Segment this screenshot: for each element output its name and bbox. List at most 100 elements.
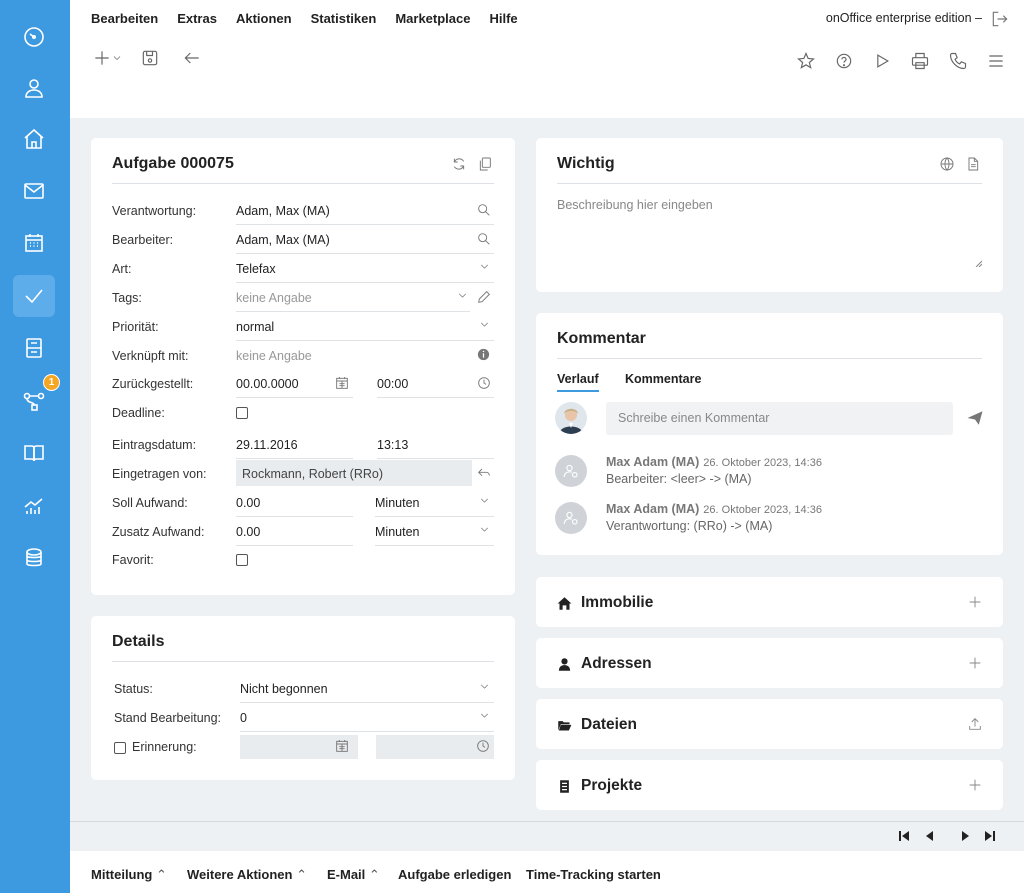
refresh-button[interactable]: [451, 156, 467, 172]
menu-bearbeiten[interactable]: Bearbeiten: [91, 11, 158, 26]
wichtig-textarea[interactable]: Beschreibung hier eingeben: [557, 197, 982, 267]
next-record-icon[interactable]: [960, 830, 972, 842]
aufgabe-erledigen-button[interactable]: Aufgabe erledigen: [398, 867, 511, 882]
mitteilung-button[interactable]: Mitteilung ⌃: [91, 867, 167, 883]
document-button[interactable]: [965, 156, 981, 172]
tags-edit[interactable]: [476, 289, 492, 305]
info-icon[interactable]: [476, 347, 491, 362]
bearbeiter-search[interactable]: [476, 231, 492, 247]
verantwortung-value[interactable]: Adam, Max (MA): [236, 204, 330, 218]
sidebar-statistics[interactable]: [13, 485, 55, 527]
sidebar-archive[interactable]: [13, 327, 55, 369]
stand-select[interactable]: 0: [240, 711, 247, 725]
field-stand[interactable]: Stand Bearbeitung: 0: [112, 704, 494, 732]
art-select[interactable]: Telefax: [236, 262, 276, 276]
tags-dropdown[interactable]: [456, 289, 469, 302]
zurueckgestellt-date[interactable]: 00.00.0000: [236, 377, 299, 391]
zurueckgestellt-clock[interactable]: [476, 375, 492, 391]
field-art[interactable]: Art: Telefax: [112, 255, 494, 283]
save-button[interactable]: [138, 46, 162, 70]
erinnerung-clock[interactable]: [475, 738, 491, 754]
favorit-checkbox[interactable]: [236, 554, 248, 566]
sidebar-knowledge[interactable]: [13, 432, 55, 474]
field-status[interactable]: Status: Nicht begonnen: [112, 675, 494, 703]
add-dropdown-toggle[interactable]: [110, 46, 124, 70]
tags-select[interactable]: keine Angabe: [236, 291, 312, 305]
immobilie-add-button[interactable]: [967, 594, 983, 610]
eingetragen-value: Rockmann, Robert (RRo): [242, 467, 384, 481]
language-button[interactable]: [939, 156, 955, 172]
edition-label: onOffice enterprise edition –: [825, 11, 982, 25]
save-icon: [142, 50, 158, 66]
phone-button[interactable]: [946, 49, 970, 73]
favorite-button[interactable]: [794, 49, 818, 73]
sidebar-workflow[interactable]: 1: [13, 374, 60, 422]
menu-hilfe[interactable]: Hilfe: [489, 11, 517, 26]
star-icon: [797, 52, 815, 69]
section-projekte[interactable]: Projekte: [536, 760, 1003, 810]
weitere-aktionen-button[interactable]: Weitere Aktionen ⌃: [187, 867, 307, 883]
soll-value[interactable]: 0.00: [236, 496, 260, 510]
eingetragen-reset[interactable]: [476, 465, 492, 481]
globe-icon: [940, 157, 954, 171]
art-dropdown[interactable]: [478, 260, 491, 273]
field-prioritaet[interactable]: Priorität: normal: [112, 313, 494, 341]
back-button[interactable]: [180, 46, 204, 70]
section-adressen[interactable]: Adressen: [536, 638, 1003, 688]
menu-statistiken[interactable]: Statistiken: [311, 11, 377, 26]
print-button[interactable]: [908, 49, 932, 73]
last-record-icon[interactable]: [984, 830, 996, 842]
comment-input[interactable]: Schreibe einen Kommentar: [606, 402, 953, 435]
field-favorit: Favorit:: [112, 546, 494, 574]
zusatz-unit-select[interactable]: Minuten: [375, 525, 419, 539]
first-record-icon[interactable]: [898, 830, 910, 842]
stand-dropdown[interactable]: [478, 709, 491, 722]
dateien-upload-button[interactable]: [967, 716, 983, 732]
tab-kommentare[interactable]: Kommentare: [625, 372, 701, 386]
help-button[interactable]: [832, 49, 856, 73]
sidebar-dashboard[interactable]: [13, 16, 55, 58]
erinnerung-calendar[interactable]: [334, 738, 350, 754]
play-button[interactable]: [870, 49, 894, 73]
soll-unit-dropdown[interactable]: [478, 494, 491, 507]
prioritaet-select[interactable]: normal: [236, 320, 274, 334]
user-settings-icon: [563, 511, 578, 525]
menu-marketplace[interactable]: Marketplace: [395, 11, 470, 26]
sidebar-tasks[interactable]: [13, 275, 55, 317]
search-icon: [478, 204, 490, 216]
prioritaet-dropdown[interactable]: [478, 318, 491, 331]
zurueckgestellt-calendar[interactable]: [334, 375, 350, 391]
deadline-checkbox[interactable]: [236, 407, 248, 419]
projekte-add-button[interactable]: [967, 777, 983, 793]
menu-button[interactable]: [984, 49, 1008, 73]
resize-handle-icon[interactable]: [974, 259, 982, 267]
menu-extras[interactable]: Extras: [177, 11, 217, 26]
sidebar-addresses[interactable]: [13, 67, 55, 109]
verantwortung-search[interactable]: [476, 202, 492, 218]
logout-button[interactable]: [990, 9, 1010, 29]
zurueckgestellt-time[interactable]: 00:00: [377, 377, 408, 391]
field-tags[interactable]: Tags: keine Angabe: [112, 284, 494, 312]
zusatz-value[interactable]: 0.00: [236, 525, 260, 539]
adressen-add-button[interactable]: [967, 655, 983, 671]
erinnerung-checkbox[interactable]: [114, 742, 126, 754]
soll-unit-select[interactable]: Minuten: [375, 496, 419, 510]
previous-record-icon[interactable]: [923, 830, 935, 842]
bearbeiter-value[interactable]: Adam, Max (MA): [236, 233, 330, 247]
time-tracking-button[interactable]: Time-Tracking starten: [526, 867, 661, 882]
sidebar-properties[interactable]: [13, 118, 55, 160]
copy-button[interactable]: [477, 156, 493, 172]
zusatz-unit-dropdown[interactable]: [478, 523, 491, 536]
tab-verlauf[interactable]: Verlauf: [557, 372, 599, 392]
sidebar-calendar[interactable]: [13, 222, 55, 264]
sidebar-email[interactable]: [13, 170, 55, 212]
menu-aktionen[interactable]: Aktionen: [236, 11, 292, 26]
email-button[interactable]: E-Mail ⌃: [327, 867, 380, 883]
section-immobilie[interactable]: Immobilie: [536, 577, 1003, 627]
sidebar-database[interactable]: [13, 537, 55, 579]
history-entry-2-author: Max Adam (MA) 26. Oktober 2023, 14:36: [606, 502, 822, 516]
section-dateien[interactable]: Dateien: [536, 699, 1003, 749]
status-dropdown[interactable]: [478, 680, 491, 693]
status-select[interactable]: Nicht begonnen: [240, 682, 328, 696]
send-button[interactable]: [966, 409, 984, 427]
